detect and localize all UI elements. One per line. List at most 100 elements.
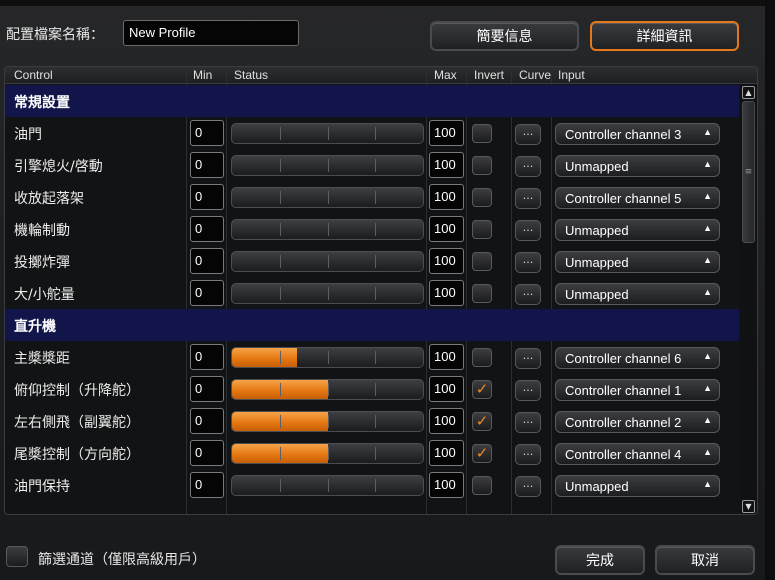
input-select[interactable]: Controller channel 6 ▲ bbox=[555, 347, 720, 369]
status-tick bbox=[327, 255, 329, 268]
min-input[interactable]: 0 bbox=[190, 376, 224, 402]
min-input[interactable]: 0 bbox=[190, 184, 224, 210]
input-select[interactable]: Unmapped ▲ bbox=[555, 251, 720, 273]
table-row: 投擲炸彈 0 100... Unmapped ▲ bbox=[5, 245, 739, 277]
input-select[interactable]: Unmapped ▲ bbox=[555, 219, 720, 241]
max-input[interactable]: 100 bbox=[429, 376, 464, 402]
invert-checkbox[interactable] bbox=[472, 156, 492, 175]
status-tick bbox=[327, 191, 329, 204]
profile-name-label: 配置檔案名稱： bbox=[6, 27, 104, 43]
min-input[interactable]: 0 bbox=[190, 152, 224, 178]
input-select[interactable]: Controller channel 3 ▲ bbox=[555, 123, 720, 145]
scroll-thumb[interactable]: ≡ bbox=[742, 101, 755, 243]
max-input[interactable]: 100 bbox=[429, 280, 464, 306]
min-input[interactable]: 0 bbox=[190, 344, 224, 370]
curve-button[interactable]: ... bbox=[515, 476, 541, 497]
max-input[interactable]: 100 bbox=[429, 248, 464, 274]
status-tick bbox=[327, 287, 329, 300]
max-input[interactable]: 100 bbox=[429, 120, 464, 146]
window-edge bbox=[765, 0, 775, 580]
ok-button[interactable]: 完成 bbox=[555, 545, 645, 575]
checkmark-icon: ✓ bbox=[475, 380, 489, 398]
table-row: 油門保持 0 100... Unmapped ▲ bbox=[5, 469, 739, 501]
invert-checkbox[interactable] bbox=[472, 188, 492, 207]
input-select-value: Controller channel 3 bbox=[565, 127, 682, 142]
column-max: Max bbox=[434, 68, 457, 82]
table-row: 俯仰控制（升降舵） 0 100 ✓... Controller channel 1 ▲ bbox=[5, 373, 739, 405]
invert-checkbox[interactable] bbox=[472, 124, 492, 143]
max-input[interactable]: 100 bbox=[429, 184, 464, 210]
filter-channels-checkbox[interactable] bbox=[6, 546, 28, 567]
status-tick bbox=[375, 447, 377, 460]
min-input[interactable]: 0 bbox=[190, 216, 224, 242]
status-tick bbox=[375, 287, 377, 300]
max-input[interactable]: 100 bbox=[429, 440, 464, 466]
curve-button[interactable]: ... bbox=[515, 124, 541, 145]
status-tick bbox=[327, 159, 329, 172]
status-tick bbox=[375, 223, 377, 236]
input-select[interactable]: Unmapped ▲ bbox=[555, 155, 720, 177]
dropdown-arrow-icon: ▲ bbox=[703, 415, 712, 425]
min-input[interactable]: 0 bbox=[190, 120, 224, 146]
input-select-value: Controller channel 2 bbox=[565, 415, 682, 430]
status-bar bbox=[231, 155, 424, 176]
min-input[interactable]: 0 bbox=[190, 408, 224, 434]
status-tick bbox=[375, 383, 377, 396]
control-name: 左右側飛（副翼舵） bbox=[14, 415, 140, 431]
dropdown-arrow-icon: ▲ bbox=[703, 191, 712, 201]
curve-button[interactable]: ... bbox=[515, 220, 541, 241]
invert-checkbox-checked[interactable]: ✓ bbox=[472, 380, 492, 399]
column-invert: Invert bbox=[474, 68, 505, 82]
input-select[interactable]: Controller channel 1 ▲ bbox=[555, 379, 720, 401]
control-name: 尾槳控制（方向舵） bbox=[14, 447, 140, 463]
column-input: Input bbox=[558, 68, 585, 82]
invert-checkbox[interactable] bbox=[472, 476, 492, 495]
table-row: 油門 0 100... Controller channel 3 ▲ bbox=[5, 117, 739, 149]
summary-tab-button[interactable]: 簡要信息 bbox=[430, 21, 579, 51]
input-select[interactable]: Controller channel 2 ▲ bbox=[555, 411, 720, 433]
curve-button[interactable]: ... bbox=[515, 156, 541, 177]
invert-checkbox[interactable] bbox=[472, 284, 492, 303]
curve-button[interactable]: ... bbox=[515, 284, 541, 305]
curve-button[interactable]: ... bbox=[515, 380, 541, 401]
profile-name-input[interactable]: New Profile bbox=[123, 20, 299, 46]
input-select[interactable]: Unmapped ▲ bbox=[555, 283, 720, 305]
status-tick bbox=[327, 383, 329, 396]
curve-button[interactable]: ... bbox=[515, 444, 541, 465]
dropdown-arrow-icon: ▲ bbox=[703, 479, 712, 489]
detail-tab-button[interactable]: 詳細資訊 bbox=[590, 21, 739, 51]
max-input[interactable]: 100 bbox=[429, 472, 464, 498]
curve-button[interactable]: ... bbox=[515, 348, 541, 369]
status-tick bbox=[327, 447, 329, 460]
cancel-button[interactable]: 取消 bbox=[655, 545, 755, 575]
curve-button[interactable]: ... bbox=[515, 252, 541, 273]
invert-checkbox[interactable] bbox=[472, 220, 492, 239]
status-bar bbox=[231, 283, 424, 304]
invert-checkbox-checked[interactable]: ✓ bbox=[472, 444, 492, 463]
min-input[interactable]: 0 bbox=[190, 248, 224, 274]
invert-checkbox[interactable] bbox=[472, 252, 492, 271]
vertical-scrollbar[interactable]: ▲ ≡ ▼ bbox=[740, 84, 757, 514]
invert-checkbox-checked[interactable]: ✓ bbox=[472, 412, 492, 431]
scroll-up-icon[interactable]: ▲ bbox=[742, 86, 755, 99]
max-input[interactable]: 100 bbox=[429, 408, 464, 434]
dropdown-arrow-icon: ▲ bbox=[703, 127, 712, 137]
status-tick bbox=[375, 415, 377, 428]
min-input[interactable]: 0 bbox=[190, 280, 224, 306]
input-select[interactable]: Unmapped ▲ bbox=[555, 475, 720, 497]
curve-button[interactable]: ... bbox=[515, 188, 541, 209]
min-input[interactable]: 0 bbox=[190, 472, 224, 498]
status-tick bbox=[327, 415, 329, 428]
status-tick bbox=[279, 383, 281, 396]
max-input[interactable]: 100 bbox=[429, 216, 464, 242]
scroll-down-icon[interactable]: ▼ bbox=[742, 500, 755, 513]
max-input[interactable]: 100 bbox=[429, 152, 464, 178]
invert-checkbox[interactable] bbox=[472, 348, 492, 367]
max-input[interactable]: 100 bbox=[429, 344, 464, 370]
curve-button[interactable]: ... bbox=[515, 412, 541, 433]
status-tick bbox=[375, 159, 377, 172]
checkmark-icon: ✓ bbox=[475, 412, 489, 430]
input-select[interactable]: Controller channel 4 ▲ bbox=[555, 443, 720, 465]
input-select[interactable]: Controller channel 5 ▲ bbox=[555, 187, 720, 209]
min-input[interactable]: 0 bbox=[190, 440, 224, 466]
